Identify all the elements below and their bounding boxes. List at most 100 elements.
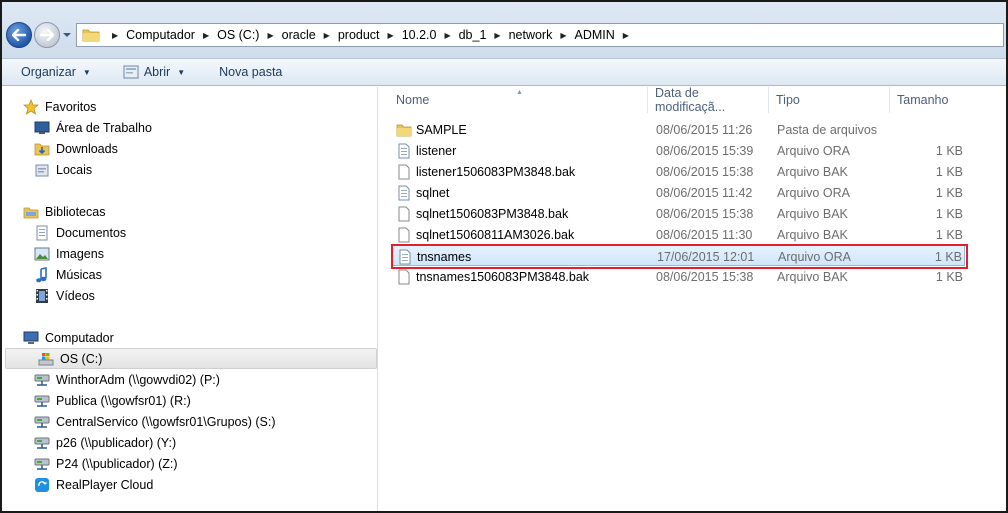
column-header-name[interactable]: Nome bbox=[379, 87, 648, 113]
open-button[interactable]: Abrir ▼ bbox=[117, 61, 191, 83]
breadcrumb-item[interactable]: network bbox=[509, 28, 553, 42]
nav-item-label: Imagens bbox=[56, 246, 104, 261]
downloads-folder-icon bbox=[33, 141, 51, 157]
nav-item-label: Downloads bbox=[56, 141, 118, 156]
column-header-type[interactable]: Tipo bbox=[769, 87, 890, 113]
file-size: 1 KB bbox=[935, 228, 963, 242]
nav-item-label: Vídeos bbox=[56, 288, 95, 303]
nav-item-pictures[interactable]: Imagens bbox=[2, 243, 376, 264]
breadcrumb-separator-icon[interactable]: ▶ bbox=[112, 31, 118, 40]
nav-item-network-drive[interactable]: P24 (\\publicador) (Z:) bbox=[2, 453, 376, 474]
column-header-date[interactable]: Data de modificaçã... bbox=[648, 86, 769, 114]
nav-libraries[interactable]: Bibliotecas bbox=[2, 201, 376, 222]
nav-item-label: P24 (\\publicador) (Z:) bbox=[56, 456, 178, 471]
breadcrumb-separator-icon[interactable]: ▶ bbox=[324, 31, 330, 40]
nav-item-network-drive[interactable]: WinthorAdm (\\gowvdi02) (P:) bbox=[2, 369, 376, 390]
network-drive-icon bbox=[33, 372, 51, 388]
file-row[interactable]: listener 08/06/2015 15:39 Arquivo ORA 1 … bbox=[391, 140, 965, 161]
command-bar: Organizar ▼ Abrir ▼ Nova pasta bbox=[2, 58, 1006, 86]
breadcrumb-separator-icon[interactable]: ▶ bbox=[560, 31, 566, 40]
file-type: Pasta de arquivos bbox=[777, 123, 878, 137]
nav-computer[interactable]: Computador bbox=[2, 327, 376, 348]
file-row[interactable]: SAMPLE 08/06/2015 11:26 Pasta de arquivo… bbox=[391, 119, 965, 140]
breadcrumb: ▶ Computador ▶ OS (C:) ▶ oracle ▶ produc… bbox=[104, 28, 637, 42]
file-row[interactable]: sqlnet 08/06/2015 11:42 Arquivo ORA 1 KB bbox=[391, 182, 965, 203]
file-size: 1 KB bbox=[935, 207, 963, 221]
breadcrumb-separator-icon[interactable]: ▶ bbox=[623, 31, 629, 40]
nav-item-places[interactable]: Locais bbox=[2, 159, 376, 180]
file-date: 17/06/2015 12:01 bbox=[657, 250, 755, 264]
nav-item-network-drive[interactable]: p26 (\\publicador) (Y:) bbox=[2, 432, 376, 453]
explorer-window: ▶ Computador ▶ OS (C:) ▶ oracle ▶ produc… bbox=[0, 0, 1008, 513]
file-name: sqlnet15060811AM3026.bak bbox=[416, 228, 575, 242]
arrow-right-icon bbox=[40, 29, 54, 41]
breadcrumb-item[interactable]: 10.2.0 bbox=[402, 28, 437, 42]
nav-item-realplayer-cloud[interactable]: RealPlayer Cloud bbox=[2, 474, 376, 495]
file-type: Arquivo ORA bbox=[777, 186, 850, 200]
nav-item-videos[interactable]: Vídeos bbox=[2, 285, 376, 306]
organize-label: Organizar bbox=[21, 65, 76, 79]
nav-item-desktop[interactable]: Área de Trabalho bbox=[2, 117, 376, 138]
file-row[interactable]: listener1506083PM3848.bak 08/06/2015 15:… bbox=[391, 161, 965, 182]
file-row[interactable]: sqlnet15060811AM3026.bak 08/06/2015 11:3… bbox=[391, 224, 965, 245]
nav-item-label: RealPlayer Cloud bbox=[56, 477, 154, 492]
network-drive-icon bbox=[33, 393, 51, 409]
breadcrumb-item[interactable]: OS (C:) bbox=[217, 28, 259, 42]
nav-favorites[interactable]: Favoritos bbox=[2, 96, 376, 117]
breadcrumb-separator-icon[interactable]: ▶ bbox=[494, 31, 500, 40]
breadcrumb-item[interactable]: db_1 bbox=[459, 28, 487, 42]
file-name: listener bbox=[416, 144, 457, 158]
nav-item-downloads[interactable]: Downloads bbox=[2, 138, 376, 159]
column-header-row: Nome Data de modificaçã... Tipo Tamanho … bbox=[379, 86, 1006, 114]
network-drive-icon bbox=[33, 435, 51, 451]
ora-file-icon bbox=[398, 143, 410, 159]
chevron-down-icon: ▼ bbox=[82, 67, 91, 77]
recent-pages-dropdown-icon[interactable] bbox=[62, 30, 72, 40]
address-bar[interactable]: ▶ Computador ▶ OS (C:) ▶ oracle ▶ produc… bbox=[76, 23, 1004, 47]
bak-file-icon bbox=[398, 227, 410, 243]
organize-button[interactable]: Organizar ▼ bbox=[15, 61, 97, 83]
breadcrumb-item[interactable]: ADMIN bbox=[575, 28, 615, 42]
breadcrumb-separator-icon[interactable]: ▶ bbox=[388, 31, 394, 40]
breadcrumb-item[interactable]: oracle bbox=[282, 28, 316, 42]
breadcrumb-separator-icon[interactable]: ▶ bbox=[267, 31, 273, 40]
nav-item-network-drive[interactable]: CentralServico (\\gowfsr01\Grupos) (S:) bbox=[2, 411, 376, 432]
file-row[interactable]: sqlnet1506083PM3848.bak 08/06/2015 15:38… bbox=[391, 203, 965, 224]
recent-places-icon bbox=[33, 162, 51, 178]
open-with-icon bbox=[123, 65, 139, 79]
nav-item-drive-c[interactable]: OS (C:) bbox=[5, 348, 377, 369]
file-name: tnsnames1506083PM3848.bak bbox=[416, 270, 590, 284]
file-list-pane: Nome Data de modificaçã... Tipo Tamanho … bbox=[379, 86, 1006, 511]
nav-item-label: Locais bbox=[56, 162, 93, 177]
desktop-icon bbox=[33, 120, 51, 136]
nav-item-label: CentralServico (\\gowfsr01\Grupos) (S:) bbox=[56, 414, 276, 429]
navigation-pane: Favoritos Área de Trabalho Downloads Loc… bbox=[2, 87, 378, 511]
nav-item-network-drive[interactable]: Publica (\\gowfsr01) (R:) bbox=[2, 390, 376, 411]
forward-button[interactable] bbox=[34, 22, 60, 48]
column-header-label: Nome bbox=[396, 93, 430, 107]
nav-item-label: Publica (\\gowfsr01) (R:) bbox=[56, 393, 191, 408]
music-note-icon bbox=[33, 266, 51, 283]
file-type: Arquivo BAK bbox=[777, 270, 848, 284]
nav-item-label: OS (C:) bbox=[60, 351, 103, 366]
documents-icon bbox=[33, 225, 51, 241]
address-row: ▶ Computador ▶ OS (C:) ▶ oracle ▶ produc… bbox=[2, 2, 1006, 58]
nav-item-music[interactable]: Músicas bbox=[2, 264, 376, 285]
breadcrumb-item[interactable]: product bbox=[338, 28, 380, 42]
breadcrumb-item[interactable]: Computador bbox=[126, 28, 195, 42]
file-row[interactable]: tnsnames1506083PM3848.bak 08/06/2015 15:… bbox=[391, 266, 965, 287]
back-button[interactable] bbox=[6, 22, 32, 48]
file-size: 1 KB bbox=[935, 186, 963, 200]
breadcrumb-separator-icon[interactable]: ▶ bbox=[444, 31, 450, 40]
ora-file-icon bbox=[398, 185, 410, 201]
file-type: Arquivo BAK bbox=[777, 228, 848, 242]
column-header-size[interactable]: Tamanho bbox=[890, 87, 1006, 113]
new-folder-button[interactable]: Nova pasta bbox=[213, 61, 288, 83]
file-row-selected[interactable]: tnsnames 17/06/2015 12:01 Arquivo ORA 1 … bbox=[391, 245, 965, 266]
breadcrumb-separator-icon[interactable]: ▶ bbox=[203, 31, 209, 40]
sort-ascending-icon: ▲ bbox=[516, 89, 523, 96]
nav-item-documents[interactable]: Documentos bbox=[2, 222, 376, 243]
file-size: 1 KB bbox=[935, 270, 963, 284]
nav-item-label: Músicas bbox=[56, 267, 102, 282]
nav-libraries-label: Bibliotecas bbox=[45, 204, 106, 219]
